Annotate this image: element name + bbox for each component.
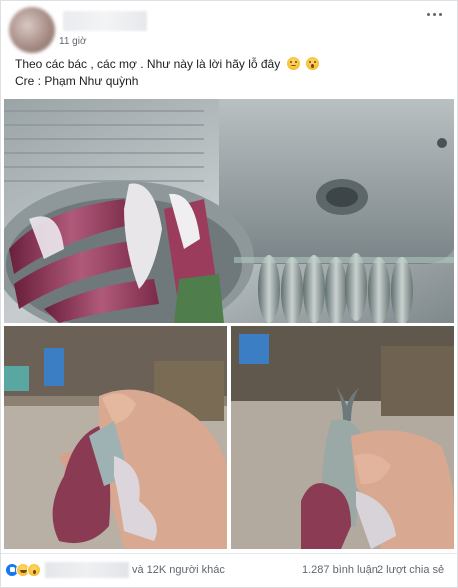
photo-squid-in-hand-1-illustration — [4, 326, 227, 549]
comment-count[interactable]: 1.287 bình luận — [302, 564, 378, 576]
reactor-names-redacted[interactable] — [45, 562, 129, 578]
post-caption: Theo các bác , các mợ . Như này là lời h… — [15, 57, 281, 71]
more-options-icon[interactable] — [427, 13, 443, 19]
facebook-post: 11 giờ Theo các bác , các mợ . Như này l… — [0, 0, 458, 588]
share-count[interactable]: 2 lượt chia sẻ — [377, 564, 444, 576]
author-name-redacted[interactable] — [63, 11, 147, 31]
wow-reaction-icon[interactable] — [27, 563, 41, 577]
reaction-count[interactable]: và 12K người khác — [132, 564, 225, 576]
post-text: Theo các bác , các mợ . Như này là lời h… — [15, 56, 319, 90]
surprised-face-icon — [305, 57, 319, 70]
photo-fish-and-squid-tray-illustration — [4, 99, 454, 323]
post-credit: Cre : Phạm Như quỳnh — [15, 74, 139, 88]
avatar[interactable] — [9, 7, 55, 53]
post-footer: và 12K người khác 1.287 bình luận 2 lượt… — [1, 553, 458, 583]
photo-squid-in-hand-2[interactable] — [231, 326, 454, 549]
post-timestamp[interactable]: 11 giờ — [59, 36, 87, 47]
photo-squid-in-hand-1[interactable] — [4, 326, 227, 549]
photo-squid-in-hand-2-illustration — [231, 326, 454, 549]
post-text-line: Theo các bác , các mợ . Như này là lời h… — [15, 56, 319, 73]
disappointed-face-icon — [286, 57, 300, 70]
photo-fish-and-squid-tray[interactable] — [4, 99, 454, 323]
